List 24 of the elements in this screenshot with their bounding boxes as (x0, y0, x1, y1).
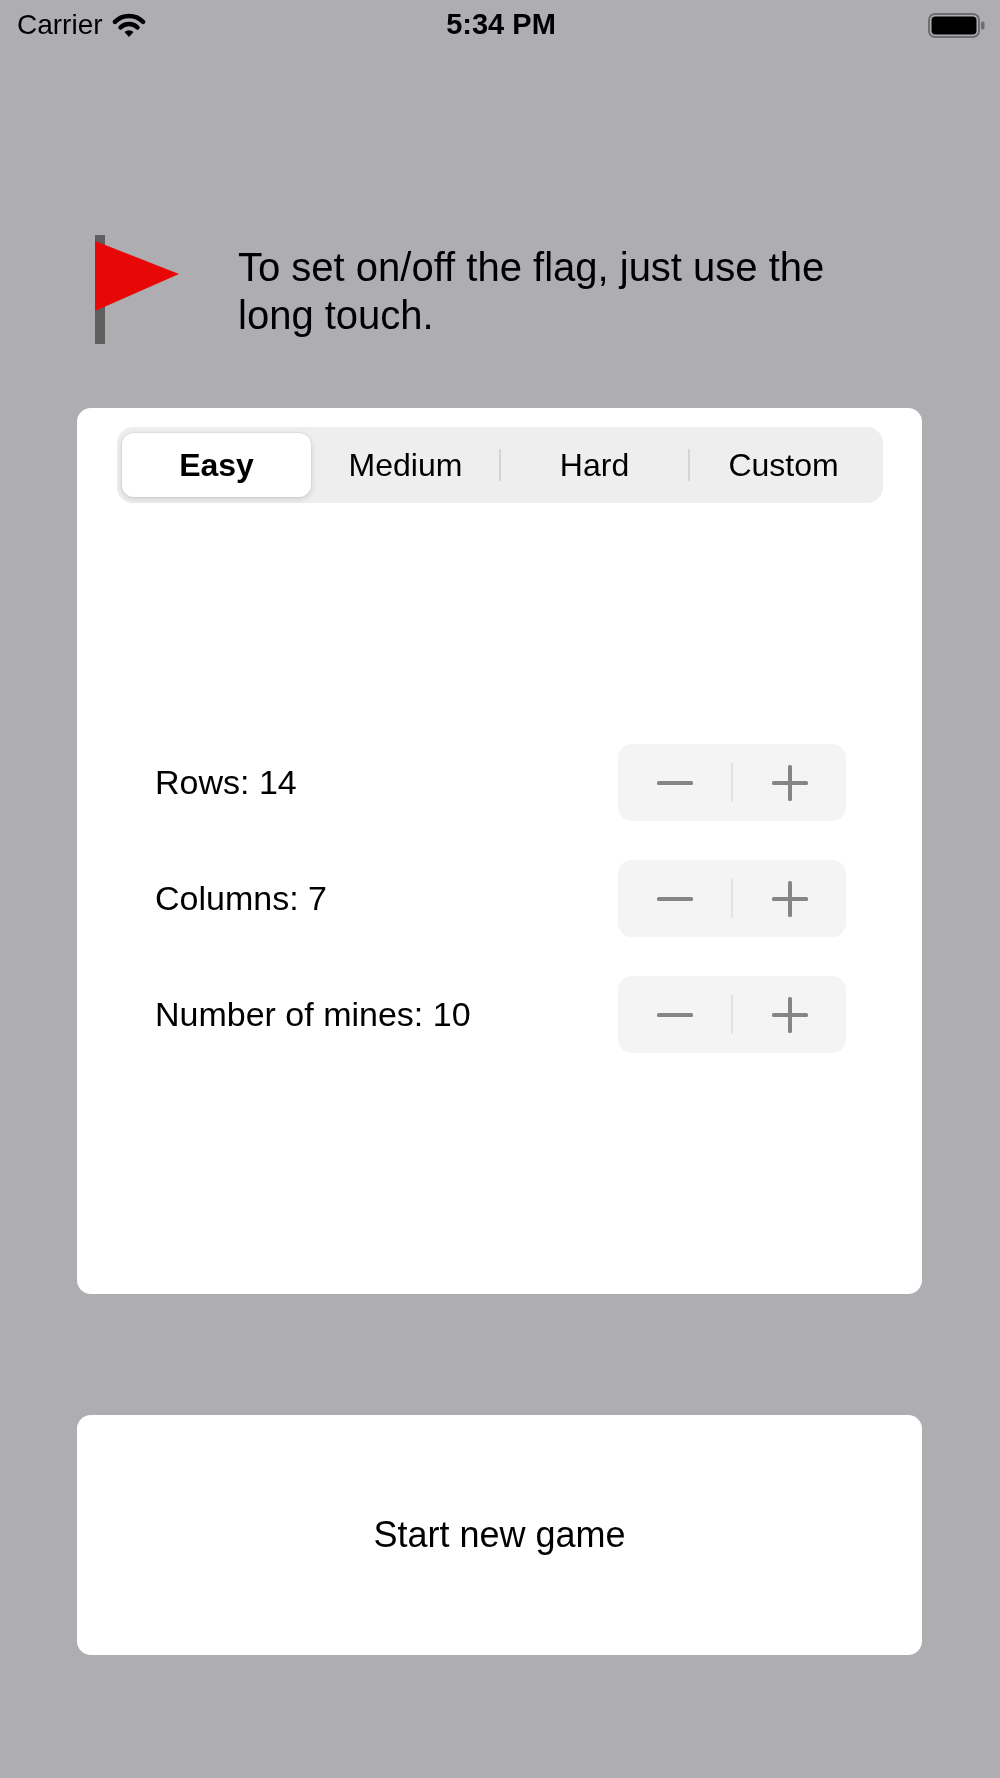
clock-time: 5:34 PM (446, 8, 556, 42)
difficulty-tab[interactable]: Medium (311, 433, 500, 497)
difficulty-tab[interactable]: Hard (500, 433, 689, 497)
plus-icon (771, 996, 808, 1033)
stepper[interactable] (618, 976, 846, 1053)
minus-icon (656, 1012, 693, 1017)
carrier-name: Carrier (17, 8, 103, 42)
battery-icon (928, 12, 985, 38)
stepper[interactable] (618, 860, 846, 937)
hint-text: To set on/off the flag, just use the long touch. (238, 244, 826, 339)
difficulty-tab[interactable]: Custom (689, 433, 878, 497)
wifi-icon (110, 12, 147, 38)
difficulty-tab[interactable]: Easy (122, 433, 311, 497)
start-game-button[interactable]: Start new game (77, 1415, 922, 1655)
minus-icon (656, 896, 693, 901)
setting-label: Number of mines: 10 (155, 994, 471, 1035)
setting-label: Columns: 7 (155, 878, 327, 919)
stepper[interactable] (618, 744, 846, 821)
plus-icon (771, 764, 808, 801)
setting-label: Rows: 14 (155, 762, 297, 803)
flag-icon (95, 235, 179, 344)
difficulty-segmented-control[interactable]: Easy Medium Hard Custom (117, 427, 883, 503)
plus-icon (771, 880, 808, 917)
minus-icon (656, 780, 693, 785)
